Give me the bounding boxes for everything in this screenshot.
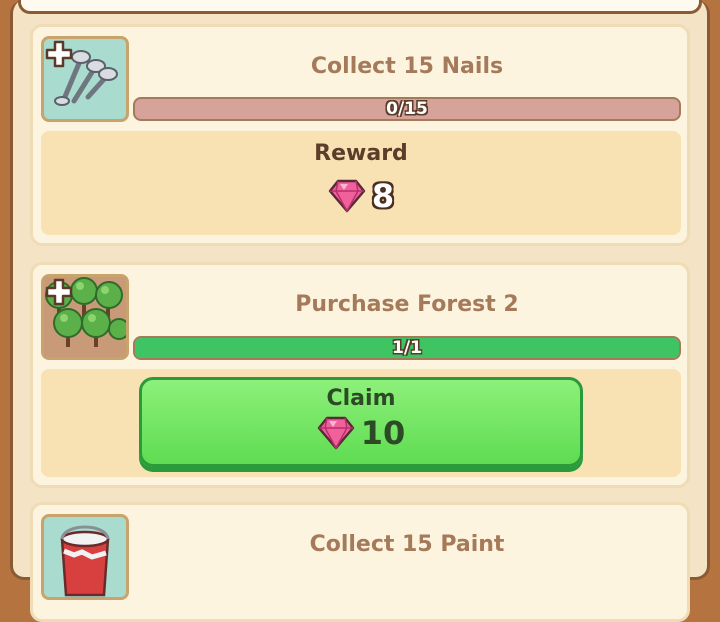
quest-title: Collect 15 Paint [309, 532, 505, 557]
claim-label: Claim [326, 386, 396, 411]
quest-title: Purchase Forest 2 [295, 292, 519, 317]
gem-icon [317, 416, 354, 450]
quest-progress-bar: 0/15 [133, 97, 681, 121]
reward-label: Reward [314, 141, 408, 166]
claim-reward-amount: 10 [142, 414, 580, 452]
panel-header-edge [18, 0, 702, 14]
nails-icon [41, 36, 129, 122]
quest-progress-bar: 1/1 [133, 336, 681, 360]
quest-title: Collect 15 Nails [310, 54, 504, 79]
progress-text: 0/15 [386, 99, 428, 119]
quest-card-paint: Collect 15 Paint [30, 502, 690, 622]
plus-icon [45, 40, 73, 68]
paint-bucket-icon [41, 514, 129, 600]
gem-icon [328, 179, 366, 213]
claim-button[interactable]: Claim 10 [139, 377, 583, 467]
plus-icon [45, 278, 73, 306]
forest-icon [41, 274, 129, 360]
claim-gem-count: 10 [360, 414, 406, 452]
reward-panel: Reward 8 [41, 131, 681, 235]
progress-text: 1/1 [392, 338, 422, 358]
reward-gem-count: 8 [371, 177, 395, 215]
reward-panel: Claim 10 [41, 369, 681, 477]
quest-card-forest: Purchase Forest 2 1/1 Claim 10 [30, 262, 690, 488]
quest-card-nails: Collect 15 Nails 0/15 Reward 8 [30, 24, 690, 246]
reward-amount: 8 [41, 177, 681, 215]
